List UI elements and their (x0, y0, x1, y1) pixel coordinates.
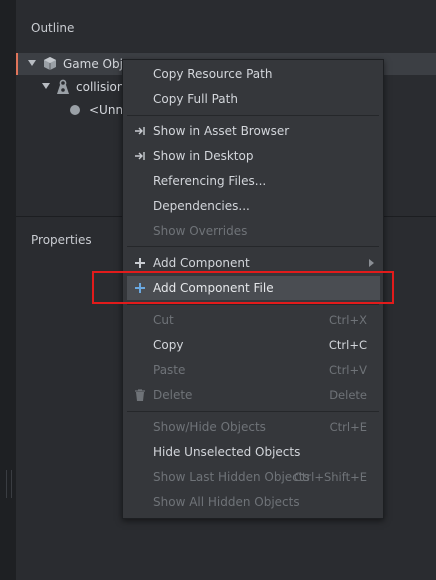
menu-item-label: Add Component (153, 256, 250, 270)
properties-title: Properties (31, 233, 92, 247)
menu-separator (127, 246, 379, 247)
menu-separator (127, 304, 379, 305)
menu-item-label: Copy Full Path (153, 92, 238, 106)
menu-item-show-overrides[interactable]: Show Overrides (123, 219, 383, 243)
circle-icon (70, 105, 80, 115)
menu-item-label: Show in Desktop (153, 149, 254, 163)
menu-item-label: Dependencies... (153, 199, 250, 213)
collision-weight-icon (57, 79, 69, 94)
cube-icon (44, 57, 56, 70)
menu-item-shortcut: Ctrl+C (328, 338, 367, 352)
trash-icon (135, 389, 145, 401)
menu-item-show-in-desktop[interactable]: Show in Desktop (123, 144, 383, 168)
highlight-annotation-box (92, 271, 394, 304)
menu-item-label: Delete (153, 388, 193, 402)
menu-item-copy-resource-path[interactable]: Copy Resource Path (123, 62, 383, 86)
menu-item-copy[interactable]: Copy Ctrl+C (123, 333, 383, 357)
menu-item-label: Paste (153, 363, 186, 377)
menu-item-label: Hide Unselected Objects (153, 445, 301, 459)
menu-item-label: Show Last Hidden Objects (153, 470, 310, 484)
menu-item-show-in-asset-browser[interactable]: Show in Asset Browser (123, 119, 383, 143)
menu-item-shortcut: Ctrl+V (329, 363, 367, 377)
menu-item-label: Show Overrides (153, 224, 248, 238)
tree-label: collision (76, 80, 125, 94)
menu-item-show-all-hidden-objects[interactable]: Show All Hidden Objects (123, 490, 383, 514)
menu-item-delete[interactable]: Delete Delete (123, 383, 383, 407)
expand-triangle-icon[interactable] (42, 83, 50, 89)
menu-item-shortcut: Ctrl+E (329, 420, 367, 434)
arrow-to-bar-icon (135, 152, 145, 160)
submenu-arrow-icon (369, 259, 374, 267)
menu-item-dependencies[interactable]: Dependencies... (123, 194, 383, 218)
menu-item-show-hide-objects[interactable]: Show/Hide Objects Ctrl+E (123, 415, 383, 439)
plus-icon (135, 258, 145, 268)
menu-item-label: Referencing Files... (153, 174, 267, 188)
menu-item-hide-unselected-objects[interactable]: Hide Unselected Objects (123, 440, 383, 464)
menu-item-label: Show in Asset Browser (153, 124, 290, 138)
arrow-to-bar-icon (135, 127, 145, 135)
menu-item-label: Copy Resource Path (153, 67, 273, 81)
menu-item-label: Show/Hide Objects (153, 420, 266, 434)
menu-item-paste[interactable]: Paste Ctrl+V (123, 358, 383, 382)
menu-item-shortcut: Delete (329, 388, 367, 402)
menu-separator (127, 411, 379, 412)
menu-item-referencing-files[interactable]: Referencing Files... (123, 169, 383, 193)
menu-item-show-last-hidden-objects[interactable]: Show Last Hidden Objects Ctrl+Shift+E (123, 465, 383, 489)
menu-item-label: Show All Hidden Objects (153, 495, 300, 509)
outline-title: Outline (31, 21, 75, 35)
menu-item-label: Cut (153, 313, 174, 327)
menu-item-copy-full-path[interactable]: Copy Full Path (123, 87, 383, 111)
splitter-handle[interactable] (6, 470, 12, 498)
tree-label: Game Obje (63, 57, 131, 71)
left-gutter (0, 0, 16, 580)
menu-item-label: Copy (153, 338, 184, 352)
menu-item-shortcut: Ctrl+Shift+E (293, 470, 367, 484)
menu-item-shortcut: Ctrl+X (329, 313, 367, 327)
menu-item-cut[interactable]: Cut Ctrl+X (123, 308, 383, 332)
expand-triangle-icon[interactable] (28, 60, 36, 66)
menu-separator (127, 115, 379, 116)
